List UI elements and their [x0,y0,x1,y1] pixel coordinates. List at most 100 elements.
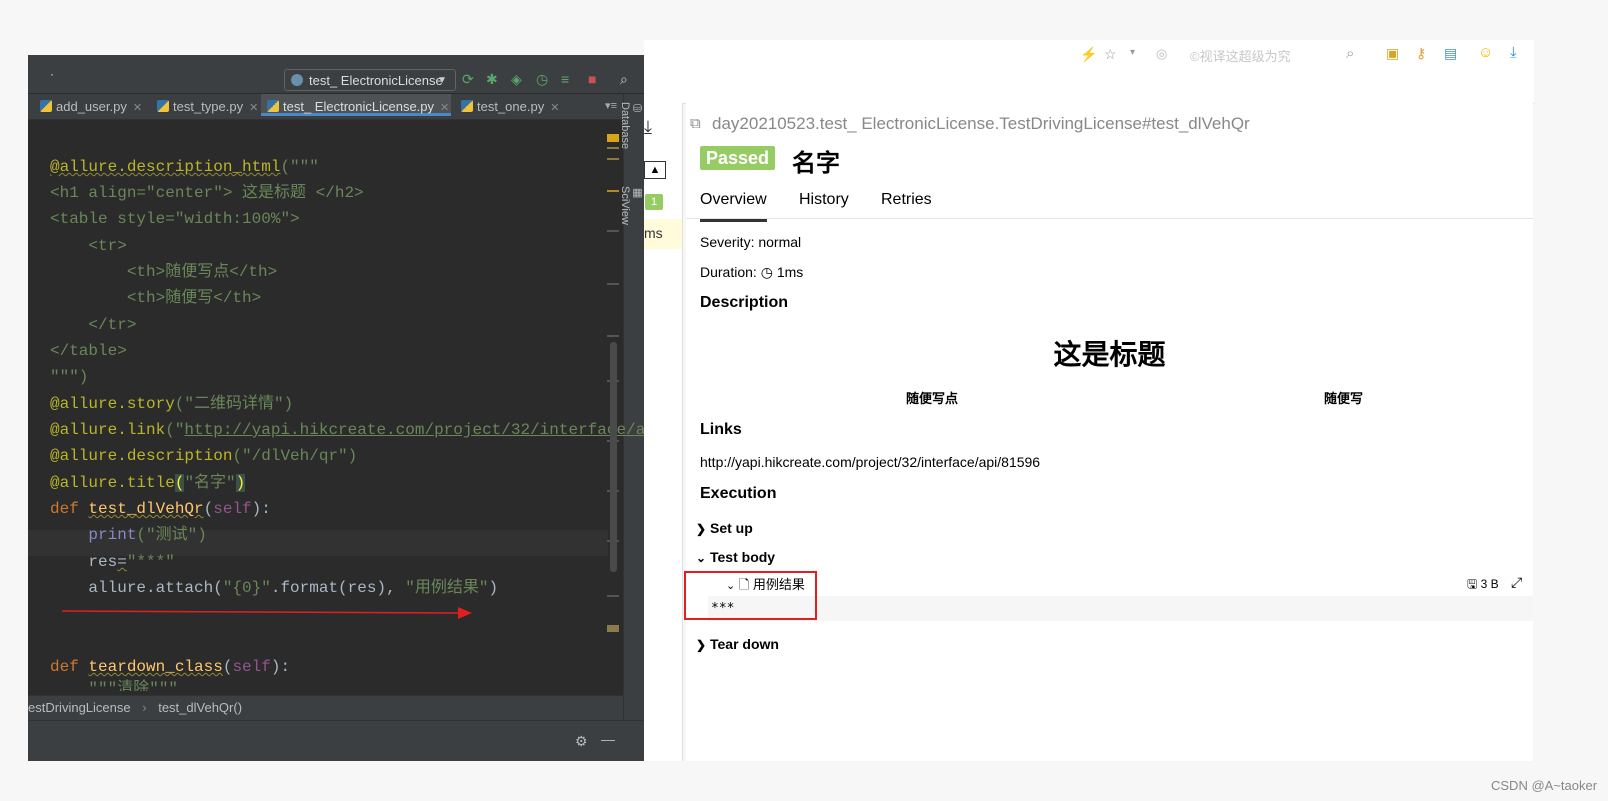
python-file-icon [157,100,169,112]
step-test-body[interactable]: ⌄ Test body [696,549,775,565]
sciview-tool[interactable]: ▦ SciView [619,186,644,225]
tab-test-one[interactable]: test_one.py ✕ [455,94,567,119]
database-tool[interactable]: ⛁ Database [619,102,644,149]
tab-add-user[interactable]: add_user.py ✕ [34,94,151,119]
code-line: def teardown_class(self): [50,658,291,676]
close-icon[interactable]: ✕ [249,102,258,114]
tabs-divider [686,218,1533,219]
extension-icon[interactable]: ▣ [1386,45,1399,62]
download-icon[interactable]: ⤓ [644,117,652,138]
test-full-path: day20210523.test_ ElectronicLicense.Test… [712,114,1250,133]
gear-icon[interactable]: ⚙ [575,733,588,750]
breadcrumb-method[interactable]: test_dlVehQr() [158,700,242,715]
python-config-icon [291,74,303,86]
vertical-scrollbar[interactable] [610,342,617,572]
description-heading: Description [700,294,789,311]
key-icon[interactable]: ⚷ [1416,45,1426,62]
run-config-dropdown[interactable]: test_ ElectronicLicense ▼ [284,69,456,91]
chevron-down-icon: ▼ [437,75,447,86]
profile-icon[interactable]: ◷ [536,71,548,87]
step-teardown[interactable]: ❯ Tear down [696,636,779,652]
attachment-content: *** [708,596,1533,621]
tab-history[interactable]: History [799,189,849,219]
allure-test-details: ⧉ day20210523.test_ ElectronicLicense.Te… [684,103,1533,761]
browser-bookmarks-bar [644,72,1534,104]
step-setup[interactable]: ❯ Set up [696,520,753,536]
tabs-overflow-icon[interactable]: ▾≡ [605,94,617,119]
code-line: </tr> [50,316,137,334]
code-line: @allure.description_html(""" [50,158,319,176]
test-link[interactable]: http://yapi.hikcreate.com/project/32/int… [700,454,1040,470]
code-line: @allure.description("/dlVeh/qr") [50,447,358,465]
links-heading: Links [700,421,742,438]
debug-icon[interactable]: ✱ [486,71,498,87]
stop-icon[interactable]: ■ [588,71,596,87]
rerun-icon[interactable]: ⟳ [462,71,474,87]
description-table-header: 随便写点 [906,391,959,406]
duration: Duration: ◷ 1ms [700,264,803,281]
python-file-icon [461,100,473,112]
code-line: @allure.link("http://yapi.hikcreate.com/… [50,421,660,439]
tab-label: test_one.py [477,99,545,114]
star-icon[interactable]: ☆ [1104,46,1117,63]
code-editor[interactable]: @allure.description_html(""" <h1 align="… [28,120,660,758]
code-line: def test_dlVehQr(self): [50,500,271,518]
ide-menu-dot: · [50,67,54,81]
code-line: <th>随便写点</th> [50,263,278,281]
address-search-hint[interactable]: ©视译这超级为究 [1190,46,1291,65]
execution-heading: Execution [700,485,777,502]
code-line: allure.attach("{0}".format(res), "用例结果") [50,579,499,597]
code-line: res="***" [50,553,175,571]
code-line: <tr> [50,237,127,255]
ide-bottom-panel: ⚙ — [28,720,660,761]
code-line: </table> [50,342,127,360]
search-icon[interactable]: ⌕ [1346,45,1354,62]
close-icon[interactable]: ✕ [550,102,559,114]
tab-label: test_ ElectronicLicense.py [283,99,435,114]
tab-label: test_type.py [173,99,244,114]
chevron-down-icon: ⌄ [696,551,707,565]
sciview-icon: ▦ [631,186,643,199]
run-list-icon[interactable]: ≡ [561,71,569,87]
python-file-icon [267,100,279,112]
test-title: 名字 [792,150,840,177]
duration-value: 1ms [776,264,804,280]
close-icon[interactable]: ✕ [133,102,142,114]
warning-icon[interactable]: ▲ [644,161,666,179]
code-line: <th>随便写</th> [50,289,262,307]
severity: Severity: normal [700,234,802,250]
bolt-icon[interactable]: ⚡ [1080,46,1097,63]
description-html-title: 这是标题 [1053,339,1166,370]
search-icon[interactable]: ⌕ [620,71,628,87]
chevron-right-icon: ❯ [696,522,707,536]
smile-icon[interactable]: ☺ [1478,44,1493,61]
coverage-icon[interactable]: ◈ [511,71,522,87]
code-line: @allure.story("二维码详情") [50,395,294,413]
tab-retries[interactable]: Retries [881,189,932,219]
run-config-label: test_ ElectronicLicense [309,73,443,88]
ide-window: · test_ ElectronicLicense ▼ ⟳ ✱ ◈ ◷ ≡ ■ … [28,55,660,761]
duration-label: Duration: [700,264,757,280]
selected-result-row[interactable]: ms [644,219,682,249]
editor-tabs: add_user.py ✕ test_type.py ✕ test_ Electro… [28,94,623,120]
tab-label: add_user.py [56,99,127,114]
minimize-icon[interactable]: — [601,731,615,747]
chevron-down-icon[interactable]: ▾ [1130,47,1135,58]
expand-icon[interactable]: ⤢ [1511,574,1522,591]
python-file-icon [40,100,52,112]
tab-test-type[interactable]: test_type.py ✕ [151,94,261,119]
browser-toolbar: ⚡ ☆ ▾ ◎ ©视译这超级为究 ⌕ ▣ ⚷ ▤ ☺ ⤓ [644,40,1534,73]
tab-test-electronic-license[interactable]: test_ ElectronicLicense.py ✕ [261,94,451,116]
description-table-header: 随便写 [1324,391,1364,406]
translate-icon[interactable]: ▤ [1444,45,1457,62]
search-engine-icon: ◎ [1156,46,1168,61]
red-highlight-box [684,571,817,620]
breadcrumb-class[interactable]: estDrivingLicense [28,700,131,715]
code-line: <h1 align="center"> 这是标题 </h2> [50,184,364,202]
code-line: """清除""" [50,680,179,691]
database-icon: ⛁ [631,102,643,115]
breadcrumb: estDrivingLicense › test_dlVehQr() [28,695,623,720]
copy-icon[interactable]: ⧉ [690,115,701,132]
close-icon[interactable]: ✕ [440,102,449,114]
download-icon[interactable]: ⤓ [1510,44,1517,61]
